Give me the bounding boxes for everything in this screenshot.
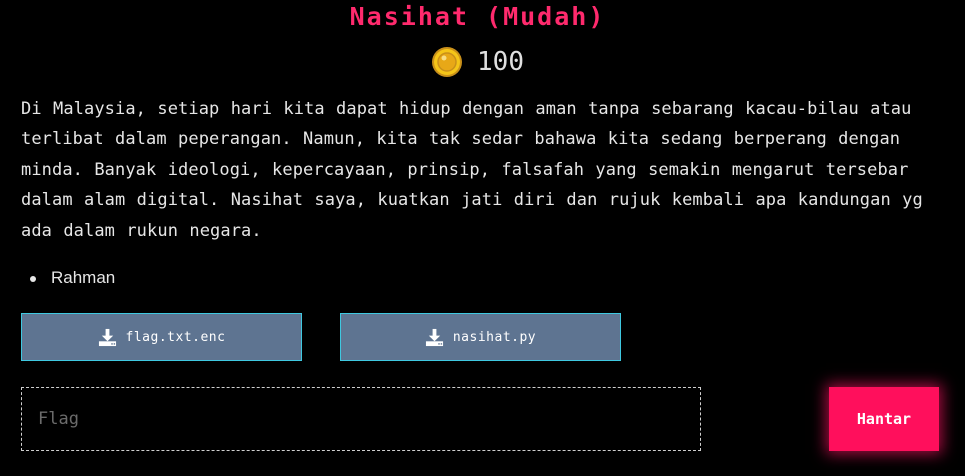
download-file-button[interactable]: flag.txt.enc <box>21 313 302 361</box>
file-name: nasihat.py <box>452 329 537 345</box>
flag-input[interactable] <box>21 387 701 451</box>
author-item: Rahman <box>29 264 115 292</box>
challenge-points: 100 <box>0 46 955 78</box>
challenge-title: Nasihat (Mudah) <box>349 2 606 31</box>
download-file-button[interactable]: nasihat.py <box>340 313 621 361</box>
file-name: flag.txt.enc <box>125 329 226 345</box>
points-value: 100 <box>477 47 524 77</box>
download-icon <box>425 328 443 346</box>
coin-icon <box>432 47 463 77</box>
author-list: Rahman <box>29 264 115 292</box>
challenge-description: Di Malaysia, setiap hari kita dapat hidu… <box>21 99 923 241</box>
submit-button[interactable]: Hantar <box>829 387 939 451</box>
download-icon <box>98 328 116 346</box>
